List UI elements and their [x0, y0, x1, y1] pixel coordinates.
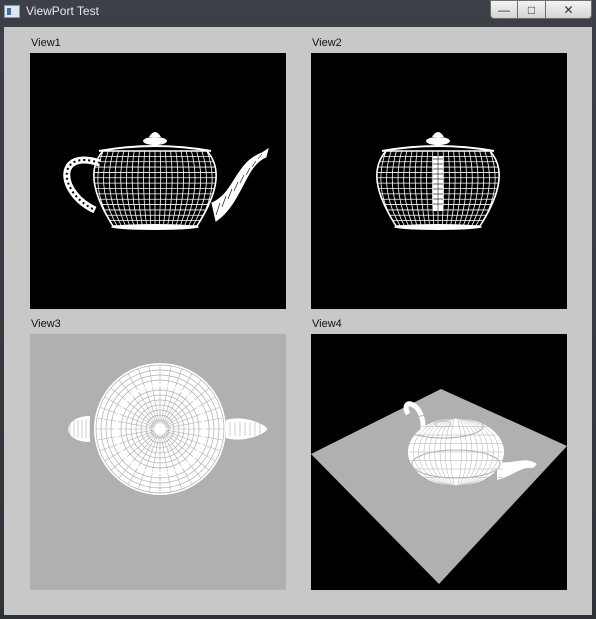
window-title: ViewPort Test	[26, 4, 99, 18]
teapot-wireframe-side	[30, 53, 286, 309]
title-bar[interactable]: ViewPort Test — □ ✕	[0, 0, 596, 24]
view2-label: View2	[312, 37, 342, 49]
window-controls: — □ ✕	[490, 0, 592, 19]
viewport-1[interactable]	[30, 53, 286, 309]
teapot-wireframe-top	[30, 334, 286, 590]
minimize-icon: —	[498, 2, 510, 17]
viewport-2[interactable]	[311, 53, 567, 309]
minimize-button[interactable]: —	[490, 0, 518, 19]
maximize-icon: □	[527, 2, 536, 17]
view3-label: View3	[31, 318, 61, 330]
view4-label: View4	[312, 318, 342, 330]
client-area: View1 View2 View3 View4	[4, 27, 592, 615]
close-icon: ✕	[563, 2, 574, 17]
viewport-3[interactable]	[30, 334, 286, 590]
view1-label: View1	[31, 37, 61, 49]
close-button[interactable]: ✕	[546, 0, 592, 19]
app-window: ViewPort Test — □ ✕ View1 View2 View3 Vi…	[0, 0, 596, 619]
teapot-wireframe-front	[311, 53, 567, 309]
maximize-button[interactable]: □	[518, 0, 546, 19]
teapot-wireframe-perspective	[311, 334, 567, 590]
app-window-icon[interactable]	[4, 5, 20, 18]
viewport-4[interactable]	[311, 334, 567, 590]
